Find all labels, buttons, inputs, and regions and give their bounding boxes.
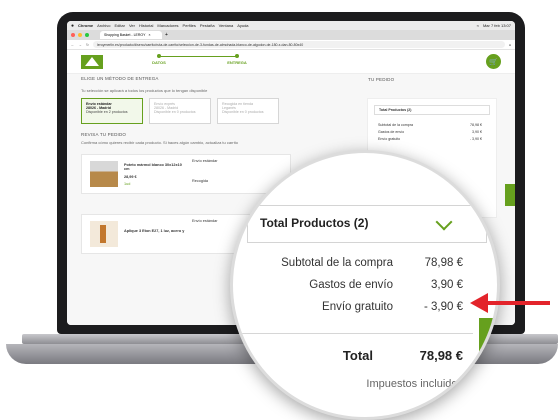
option-availability: Disponible en 2 productos <box>86 110 128 114</box>
reload-icon[interactable]: ↻ <box>86 43 89 47</box>
magnified-row-value: 3,90 € <box>431 279 463 291</box>
magnified-row-label: Envío gratuito <box>322 301 393 313</box>
maximize-window-icon[interactable] <box>85 33 89 37</box>
menubar-clock[interactable]: Mar 7 feb 13:07 <box>483 23 511 28</box>
magnified-row-value: 78,98 € <box>424 257 463 269</box>
profile-icon[interactable]: ● <box>509 43 511 47</box>
summary-row: Gastos de envío 3,90 € <box>378 130 482 134</box>
product-image[interactable] <box>90 221 118 247</box>
close-window-icon[interactable] <box>71 33 75 37</box>
magnified-row-label: Subtotal de la compra <box>281 257 393 269</box>
product-qty[interactable]: 1ud <box>124 182 130 186</box>
step-dot-icon <box>235 54 239 58</box>
product-price: 28,99 € <box>124 175 137 179</box>
minimize-window-icon[interactable] <box>78 33 82 37</box>
side-tab[interactable] <box>505 184 515 206</box>
step-entrega[interactable]: ENTREGA <box>207 54 267 65</box>
menubar-item[interactable]: Historial <box>139 23 153 28</box>
tab-title: Shopping Basket - LEROY <box>104 33 146 37</box>
menubar-app-name[interactable]: Chrome <box>78 23 93 28</box>
delivery-heading: ELIGE UN MÉTODO DE ENTREGA <box>81 76 159 81</box>
step-label: ENTREGA <box>227 60 247 65</box>
delivery-subtext: Tu selección se aplicará a todos los pro… <box>81 88 208 93</box>
side-tab[interactable] <box>479 318 497 378</box>
summary-heading: TU PEDIDO <box>368 77 395 82</box>
ship-option-standard[interactable]: Envío estándar <box>192 219 218 223</box>
summary-row-value: - 3,90 € <box>469 137 482 141</box>
magnified-row: Gastos de envío 3,90 € <box>233 279 463 291</box>
menubar-item[interactable]: Marcadores <box>157 23 178 28</box>
magnified-row-label: Gastos de envío <box>309 279 393 291</box>
total-label: Total <box>342 348 373 363</box>
review-subtext: Confirma cómo quieres recibir cada produ… <box>81 140 238 145</box>
url-text: leroymerlin.es/producto/diseno/carrito/r… <box>96 42 304 47</box>
summary-row: Envío gratuito - 3,90 € <box>378 137 482 141</box>
ship-option-standard[interactable]: Envío estándar <box>192 159 218 163</box>
menubar-item[interactable]: Editar <box>115 23 125 28</box>
summary-row-value: 78,98 € <box>470 123 482 127</box>
tab-close-icon[interactable]: × <box>148 33 150 37</box>
summary-row-label: Gastos de envío <box>378 130 405 134</box>
option-availability: Disponible en 0 productos <box>222 110 264 114</box>
option-availability: Disponible en 0 productos <box>154 110 196 114</box>
ship-option-pickup[interactable]: Recogida <box>192 179 208 183</box>
browser-tabbar: Shopping Basket - LEROY × + <box>67 30 515 40</box>
menubar-item[interactable]: Ventana <box>219 23 234 28</box>
new-tab-icon[interactable]: + <box>165 32 168 38</box>
magnified-row-value: - 3,90 € <box>424 301 463 313</box>
menubar-item[interactable]: Ayuda <box>237 23 248 28</box>
summary-row-label: Subtotal de la compra <box>378 123 413 127</box>
menubar-item[interactable]: Archivo <box>97 23 110 28</box>
site-header: DATOS ENTREGA 🛒 <box>67 50 515 74</box>
step-dot-icon <box>157 54 161 58</box>
magnifier: Total Productos (2) Subtotal de la compr… <box>230 150 500 420</box>
address-bar[interactable]: leroymerlin.es/producto/diseno/carrito/r… <box>92 41 505 48</box>
brand-logo[interactable] <box>81 55 103 69</box>
taxes-note: Impuestos incluidos <box>366 378 463 390</box>
mac-menubar: ● Chrome Archivo Editar Ver Historial Ma… <box>67 21 515 30</box>
total-value: 78,98 € <box>419 348 463 363</box>
summary-row-label: Envío gratuito <box>378 137 401 141</box>
step-datos[interactable]: DATOS <box>129 54 189 65</box>
summary-row-value: 3,90 € <box>472 130 482 134</box>
summary-dropdown-label: Total Productos (2) <box>379 108 412 112</box>
review-heading: REVISA TU PEDIDO <box>81 132 127 137</box>
cart-icon[interactable]: 🛒 <box>486 54 501 69</box>
menubar-item[interactable]: Perfiles <box>183 23 196 28</box>
browser-toolbar: ← → ↻ leroymerlin.es/producto/diseno/car… <box>67 40 515 50</box>
summary-row: Subtotal de la compra 78,98 € <box>378 123 482 127</box>
product-name[interactable]: Poteto mármol blanco 30x12x10 cm <box>124 163 184 171</box>
menubar-item[interactable]: Ver <box>129 23 135 28</box>
browser-tab[interactable]: Shopping Basket - LEROY × <box>100 31 162 39</box>
magnified-row-free-shipping: Envío gratuito - 3,90 € <box>233 301 463 313</box>
magnified-total: Total 78,98 € <box>233 348 463 363</box>
red-arrow-icon <box>470 293 550 313</box>
option-envio-expres[interactable]: Envío exprés 28026 - Madrid Disponible e… <box>149 98 211 124</box>
divider <box>233 333 473 334</box>
option-recogida-tienda[interactable]: Recogida en tienda Leganés Disponible en… <box>217 98 279 124</box>
chevron-down-icon[interactable] <box>435 213 453 231</box>
product-image[interactable] <box>90 161 118 187</box>
product-name[interactable]: Aplique 3 Eton E27, 1 luz, acero y <box>124 229 186 233</box>
forward-icon[interactable]: → <box>79 43 83 47</box>
product-card: Poteto mármol blanco 30x12x10 cm 28,99 €… <box>81 154 291 194</box>
menubar-item[interactable]: Pestaña <box>200 23 215 28</box>
magnified-dropdown[interactable]: Total Productos (2) <box>247 205 487 243</box>
apple-icon[interactable]: ● <box>71 23 74 29</box>
back-icon[interactable]: ← <box>71 43 75 47</box>
step-label: DATOS <box>152 60 166 65</box>
magnified-row: Subtotal de la compra 78,98 € <box>233 257 463 269</box>
option-envio-estandar[interactable]: Envío estándar 28026 - Madrid Disponible… <box>81 98 143 124</box>
magnified-dropdown-label: Total Productos (2) <box>260 216 369 230</box>
summary-dropdown[interactable]: Total Productos (2) <box>374 105 490 115</box>
wifi-icon[interactable]: ≈ <box>477 23 479 28</box>
